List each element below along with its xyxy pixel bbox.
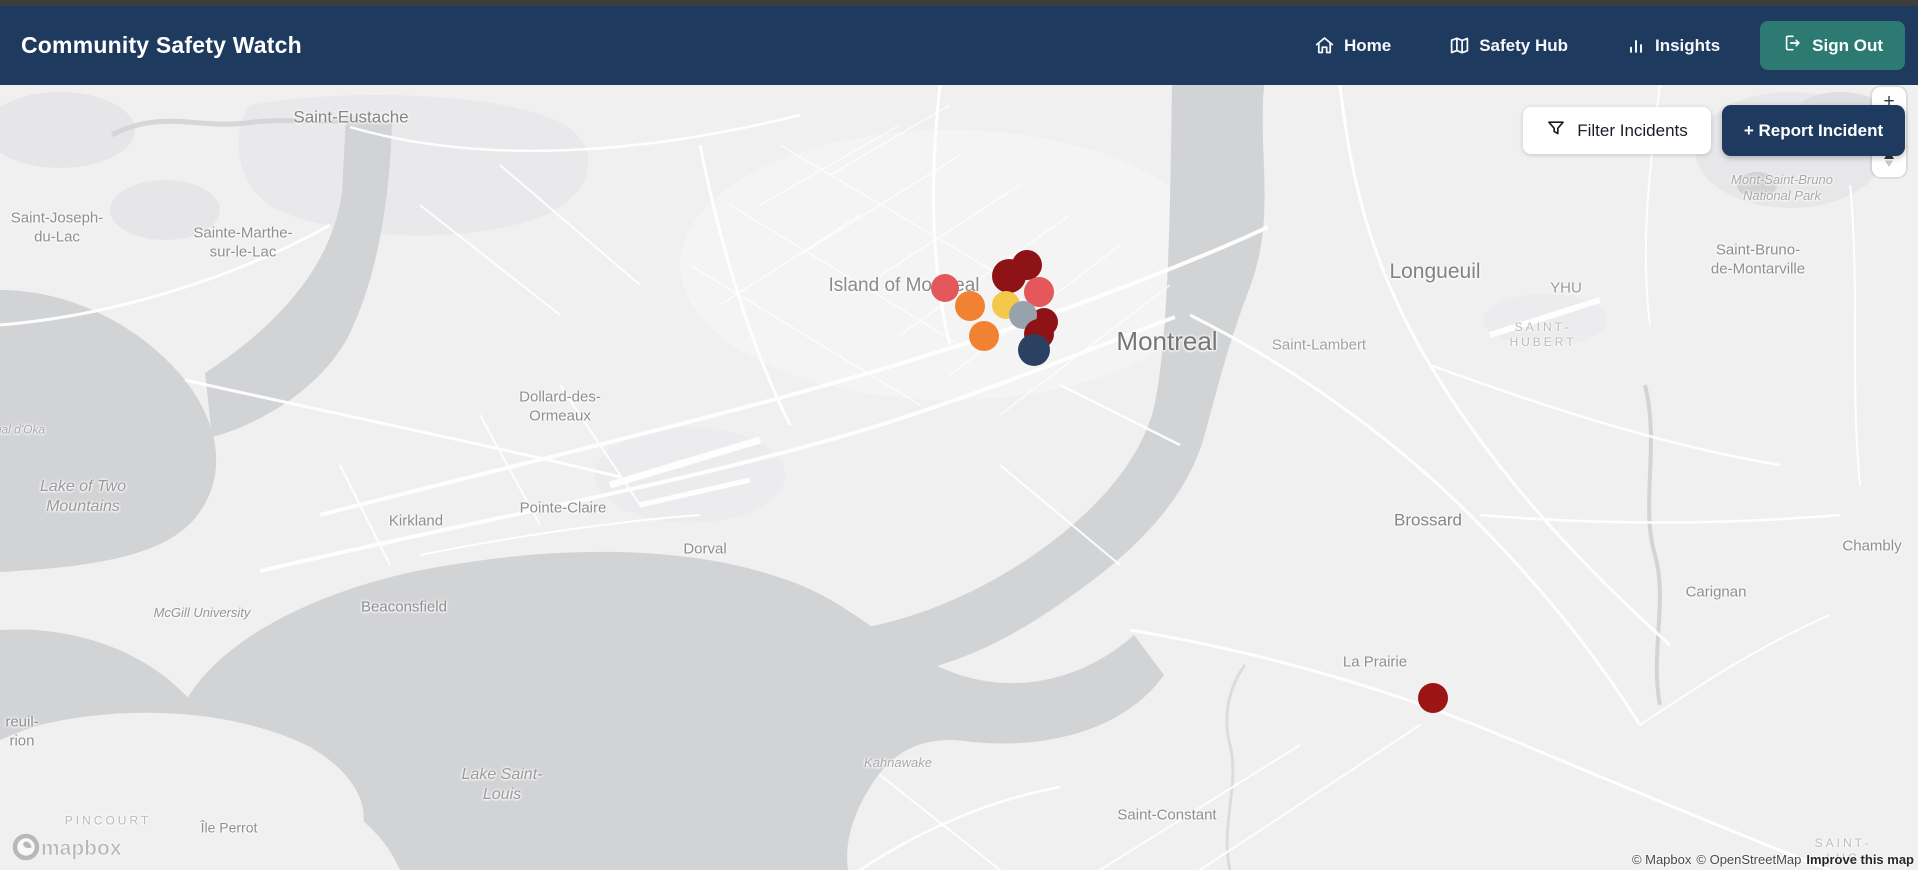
filter-incidents-button[interactable]: Filter Incidents (1523, 107, 1711, 154)
nav-item-label: Safety Hub (1479, 35, 1568, 55)
filter-incidents-label: Filter Incidents (1577, 120, 1688, 140)
nav-item-label: Home (1343, 35, 1392, 55)
nav-item-home[interactable]: Home (1314, 35, 1391, 56)
osm-attribution-link[interactable]: © OpenStreetMap (1696, 852, 1801, 867)
map-attribution: © Mapbox © OpenStreetMap Improve this ma… (1632, 852, 1914, 867)
nav-item-safety-hub[interactable]: Safety Hub (1449, 35, 1568, 56)
main-nav: Home Safety Hub Insights (1314, 35, 1720, 56)
mapbox-logo[interactable]: mapbox (12, 832, 130, 862)
nav-item-insights[interactable]: Insights (1626, 36, 1720, 56)
incident-marker-m5[interactable] (955, 291, 985, 321)
logout-icon (1782, 33, 1802, 58)
bar-chart-icon (1626, 36, 1646, 56)
incident-marker-m1[interactable] (931, 274, 959, 302)
window-chrome-strip (0, 0, 1918, 6)
app-header: Community Safety Watch Home Safety Hub I… (0, 6, 1918, 85)
improve-map-link[interactable]: Improve this map (1806, 852, 1914, 867)
incident-marker-m10[interactable] (969, 321, 999, 351)
incident-marker-m12[interactable] (1418, 683, 1448, 713)
home-icon (1314, 35, 1335, 56)
nav-item-label: Insights (1655, 35, 1721, 55)
funnel-icon (1546, 118, 1566, 143)
sign-out-button[interactable]: Sign Out (1760, 21, 1905, 70)
map-icon (1449, 35, 1470, 56)
mapbox-attribution-link[interactable]: © Mapbox (1632, 852, 1691, 867)
mapbox-logo-text: mapbox (41, 837, 122, 860)
map-base-layer (0, 85, 1885, 870)
sign-out-label: Sign Out (1812, 35, 1883, 55)
map-canvas[interactable]: Saint-Eustache Saint-Joseph- du-Lac Sainte… (0, 85, 1918, 870)
incident-marker-m3[interactable] (992, 259, 1026, 293)
incident-marker-m11[interactable] (1018, 334, 1050, 366)
app-title: Community Safety Watch (21, 32, 302, 58)
report-incident-button[interactable]: + Report Incident (1722, 105, 1905, 156)
